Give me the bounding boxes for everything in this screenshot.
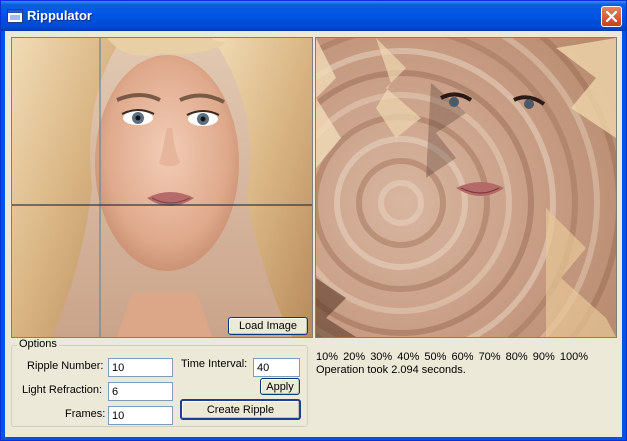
- frames-label: Frames:: [65, 408, 106, 420]
- source-portrait: [12, 38, 312, 337]
- create-ripple-button[interactable]: Create Ripple: [180, 399, 301, 420]
- rippled-portrait: [316, 38, 616, 337]
- ripple-number-input[interactable]: [108, 358, 173, 377]
- main-window: Rippulator Load Image Options Ripple Num…: [0, 0, 627, 441]
- progress-label: 10%: [316, 351, 339, 363]
- progress-label: 20%: [343, 351, 366, 363]
- title-bar[interactable]: Rippulator: [1, 1, 626, 31]
- source-image[interactable]: [11, 37, 313, 338]
- progress-label: 80%: [505, 351, 528, 363]
- progress-labels: 10% 20% 30% 40% 50% 60% 70% 80% 90% 100%: [316, 351, 588, 363]
- close-icon: [605, 10, 618, 23]
- window-title: Rippulator: [27, 8, 92, 23]
- close-button[interactable]: [601, 6, 622, 27]
- progress-label: 30%: [370, 351, 393, 363]
- progress-label: 100%: [559, 351, 588, 363]
- progress-label: 90%: [532, 351, 555, 363]
- progress-label: 70%: [478, 351, 501, 363]
- time-interval-input[interactable]: [253, 358, 300, 377]
- app-window-icon: [7, 9, 23, 23]
- progress-label: 60%: [451, 351, 474, 363]
- progress-label: 50%: [424, 351, 447, 363]
- progress-label: 40%: [397, 351, 420, 363]
- light-refraction-input[interactable]: [108, 382, 173, 401]
- load-image-button[interactable]: Load Image: [228, 317, 308, 335]
- client-area: Load Image Options Ripple Number: Light …: [5, 31, 622, 437]
- apply-button[interactable]: Apply: [260, 378, 300, 395]
- time-interval-label: Time Interval:: [181, 358, 248, 370]
- status-message: Operation took 2.094 seconds.: [316, 364, 466, 376]
- frames-input[interactable]: [108, 406, 173, 425]
- ripple-output-image: [315, 37, 617, 338]
- options-group-title: Options: [17, 338, 59, 350]
- light-refraction-label: Light Refraction:: [22, 384, 103, 396]
- ripple-number-label: Ripple Number:: [27, 360, 104, 372]
